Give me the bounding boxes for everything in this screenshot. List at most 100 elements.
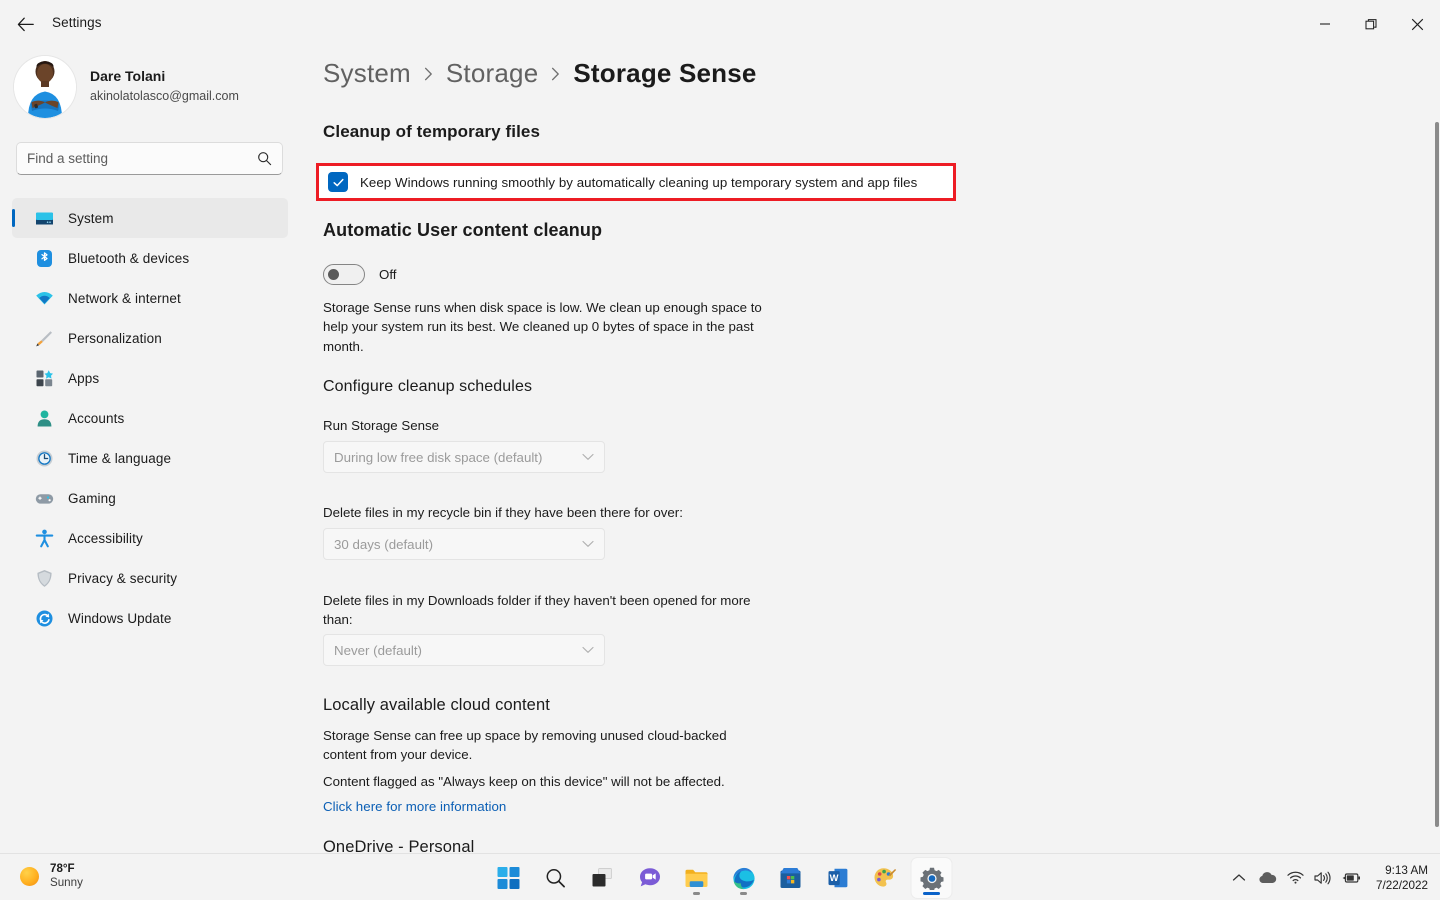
taskbar-search-button[interactable] (536, 858, 576, 898)
dropdown-recycle-bin[interactable]: 30 days (default) (323, 528, 605, 560)
taskbar-edge-button[interactable] (724, 858, 764, 898)
apps-grid-icon (34, 368, 54, 388)
taskbar-paint-button[interactable] (865, 858, 905, 898)
back-button[interactable] (8, 8, 42, 40)
taskbar-start-button[interactable] (489, 858, 529, 898)
search-icon (545, 867, 567, 889)
volume-icon[interactable] (1312, 866, 1334, 890)
minimize-icon (1319, 18, 1331, 30)
monitor-icon (34, 208, 54, 228)
title-bar: Settings (0, 0, 1440, 48)
cleanup-checkbox-label: Keep Windows running smoothly by automat… (360, 174, 918, 190)
wifi-icon[interactable] (1284, 866, 1306, 890)
clock[interactable]: 9:13 AM 7/22/2022 (1376, 863, 1428, 893)
sidebar: Dare Tolani akinolatolasco@gmail.com Fin… (0, 48, 300, 853)
gamepad-icon (34, 488, 54, 508)
breadcrumb-item-storage-sense: Storage Sense (573, 58, 757, 88)
sidebar-item-label: Privacy & security (68, 570, 178, 586)
toggle-knob (328, 269, 339, 280)
taskbar: 78°F Sunny W 9:13 AM 7/22/2022 (0, 853, 1440, 900)
sidebar-nav: System Bluetooth & devices Network & int… (12, 198, 288, 638)
weather-condition: Sunny (50, 876, 83, 889)
minimize-button[interactable] (1302, 0, 1348, 48)
close-button[interactable] (1394, 0, 1440, 48)
sidebar-item-accounts[interactable]: Accounts (12, 398, 288, 438)
wifi-icon (34, 288, 54, 308)
taskbar-file-explorer-button[interactable] (677, 858, 717, 898)
search-input[interactable]: Find a setting (16, 142, 283, 175)
word-icon: W (827, 867, 848, 889)
task-view-icon (592, 868, 614, 888)
sidebar-item-gaming[interactable]: Gaming (12, 478, 288, 518)
maximize-button[interactable] (1348, 0, 1394, 48)
taskbar-word-button[interactable]: W (818, 858, 858, 898)
chat-icon (638, 867, 661, 889)
sidebar-item-bluetooth-devices[interactable]: Bluetooth & devices (12, 238, 288, 278)
breadcrumb-item-system[interactable]: System (323, 58, 411, 89)
profile-text: Dare Tolani akinolatolasco@gmail.com (90, 67, 239, 107)
onedrive-cloud-icon[interactable] (1256, 866, 1278, 890)
weather-text: 78°F Sunny (50, 862, 83, 890)
paintbrush-icon (34, 328, 54, 348)
window-controls (1302, 0, 1440, 48)
field-label-downloads: Delete files in my Downloads folder if t… (323, 593, 751, 627)
checkbox-checked[interactable] (328, 172, 348, 192)
dropdown-downloads[interactable]: Never (default) (323, 634, 605, 666)
chevron-up-icon[interactable] (1228, 866, 1250, 890)
battery-icon[interactable] (1340, 866, 1362, 890)
breadcrumb-separator (551, 67, 560, 81)
cleanup-checkbox-row[interactable]: Keep Windows running smoothly by automat… (316, 163, 956, 201)
file-explorer-icon (685, 868, 709, 889)
weather-widget[interactable]: 78°F Sunny (20, 862, 83, 890)
search-placeholder: Find a setting (27, 151, 109, 166)
accessibility-icon (34, 528, 54, 548)
schedules-heading: Configure cleanup schedules (323, 378, 533, 395)
shield-icon (34, 568, 54, 588)
sidebar-item-label: Apps (68, 370, 100, 386)
auto-cleanup-toggle[interactable] (323, 264, 365, 285)
update-refresh-icon (34, 608, 54, 628)
more-information-link[interactable]: Click here for more information (323, 799, 506, 814)
sidebar-item-accessibility[interactable]: Accessibility (12, 518, 288, 558)
content-scrollbar[interactable] (1435, 122, 1439, 853)
close-icon (1411, 18, 1424, 31)
chevron-down-icon (582, 540, 594, 548)
sidebar-item-label: Bluetooth & devices (68, 250, 190, 266)
sidebar-item-label: Accessibility (68, 530, 143, 546)
clock-icon (34, 448, 54, 468)
auto-cleanup-heading: Automatic User content cleanup (323, 220, 603, 240)
taskbar-settings-button[interactable] (911, 858, 952, 898)
sidebar-item-label: Time & language (68, 450, 172, 466)
sidebar-item-label: Network & internet (68, 290, 181, 306)
scrollbar-thumb[interactable] (1435, 122, 1439, 827)
active-indicator (923, 892, 940, 895)
main-content: System Storage Storage Sense Cleanup of … (300, 48, 1440, 853)
chevron-down-icon (582, 453, 594, 461)
breadcrumb-item-storage[interactable]: Storage (446, 58, 538, 89)
sidebar-item-label: System (68, 210, 114, 226)
sidebar-item-apps[interactable]: Apps (12, 358, 288, 398)
svg-text:W: W (829, 872, 838, 883)
taskbar-task-view-button[interactable] (583, 858, 623, 898)
sidebar-item-network-internet[interactable]: Network & internet (12, 278, 288, 318)
sidebar-item-privacy-security[interactable]: Privacy & security (12, 558, 288, 598)
paint-icon (873, 867, 896, 889)
sidebar-item-personalization[interactable]: Personalization (12, 318, 288, 358)
weather-temperature: 78°F (50, 862, 75, 875)
user-profile[interactable]: Dare Tolani akinolatolasco@gmail.com (14, 56, 239, 118)
taskbar-chat-button[interactable] (630, 858, 670, 898)
taskbar-microsoft-store-button[interactable] (771, 858, 811, 898)
toggle-description: Storage Sense runs when disk space is lo… (323, 300, 762, 354)
search-icon (257, 151, 272, 166)
sidebar-item-time-language[interactable]: Time & language (12, 438, 288, 478)
sidebar-item-windows-update[interactable]: Windows Update (12, 598, 288, 638)
sidebar-item-system[interactable]: System (12, 198, 288, 238)
dropdown-value: Never (default) (334, 642, 422, 658)
toggle-state-label: Off (379, 267, 397, 282)
settings-icon (920, 867, 943, 890)
restore-icon (1364, 18, 1378, 31)
clock-date: 7/22/2022 (1376, 878, 1428, 892)
chevron-down-icon (582, 646, 594, 654)
person-icon (34, 408, 54, 428)
dropdown-run-storage-sense[interactable]: During low free disk space (default) (323, 441, 605, 473)
